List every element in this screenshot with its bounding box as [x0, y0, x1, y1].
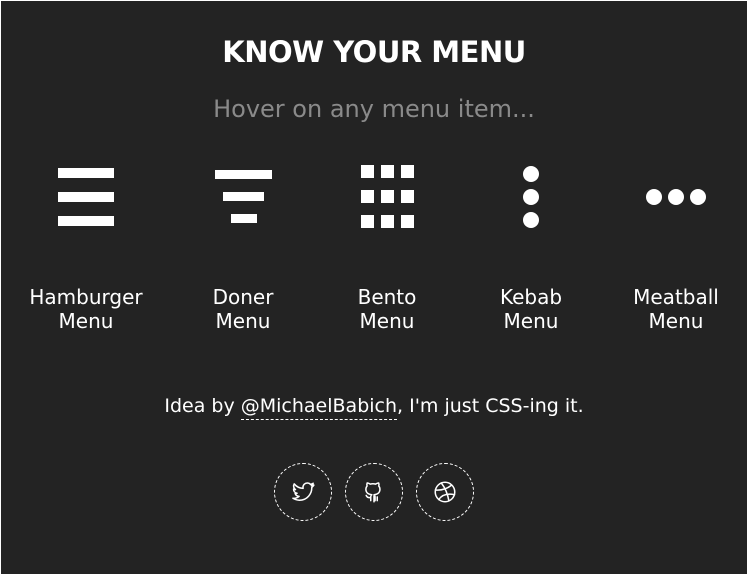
menu-item-label: Meatball Menu [633, 285, 719, 333]
page-title: KNOW YOUR MENU [222, 35, 526, 69]
author-link[interactable]: @MichaelBabich [240, 395, 398, 420]
twitter-icon [292, 482, 315, 501]
hamburger-icon [16, 161, 156, 236]
menu-item-label: Doner Menu [212, 285, 274, 333]
doner-icon [173, 161, 313, 236]
bento-icon [317, 161, 457, 236]
menu-item-kebab[interactable]: Kebab Menu [461, 161, 601, 336]
menu-item-label: Hamburger Menu [29, 285, 143, 333]
page-container: KNOW YOUR MENU Hover on any menu item...… [1, 1, 747, 574]
menu-item-meatball[interactable]: Meatball Menu [606, 161, 746, 336]
github-button[interactable] [345, 463, 403, 521]
menu-item-bento[interactable]: Bento Menu [317, 161, 457, 336]
github-icon [365, 482, 381, 503]
menu-item-doner[interactable]: Doner Menu [173, 161, 313, 336]
menu-item-hamburger[interactable]: Hamburger Menu [16, 161, 156, 336]
meatball-icon [606, 161, 746, 236]
credit-line: Idea by @MichaelBabich, I'm just CSS-ing… [1, 395, 747, 420]
twitter-button[interactable] [274, 463, 332, 521]
page-subtitle: Hover on any menu item... [213, 95, 535, 123]
menu-item-label: Bento Menu [357, 285, 417, 333]
dribbble-button[interactable] [416, 463, 474, 521]
kebab-icon [461, 161, 601, 236]
dribbble-icon [434, 481, 456, 503]
menu-item-label: Kebab Menu [499, 285, 563, 333]
